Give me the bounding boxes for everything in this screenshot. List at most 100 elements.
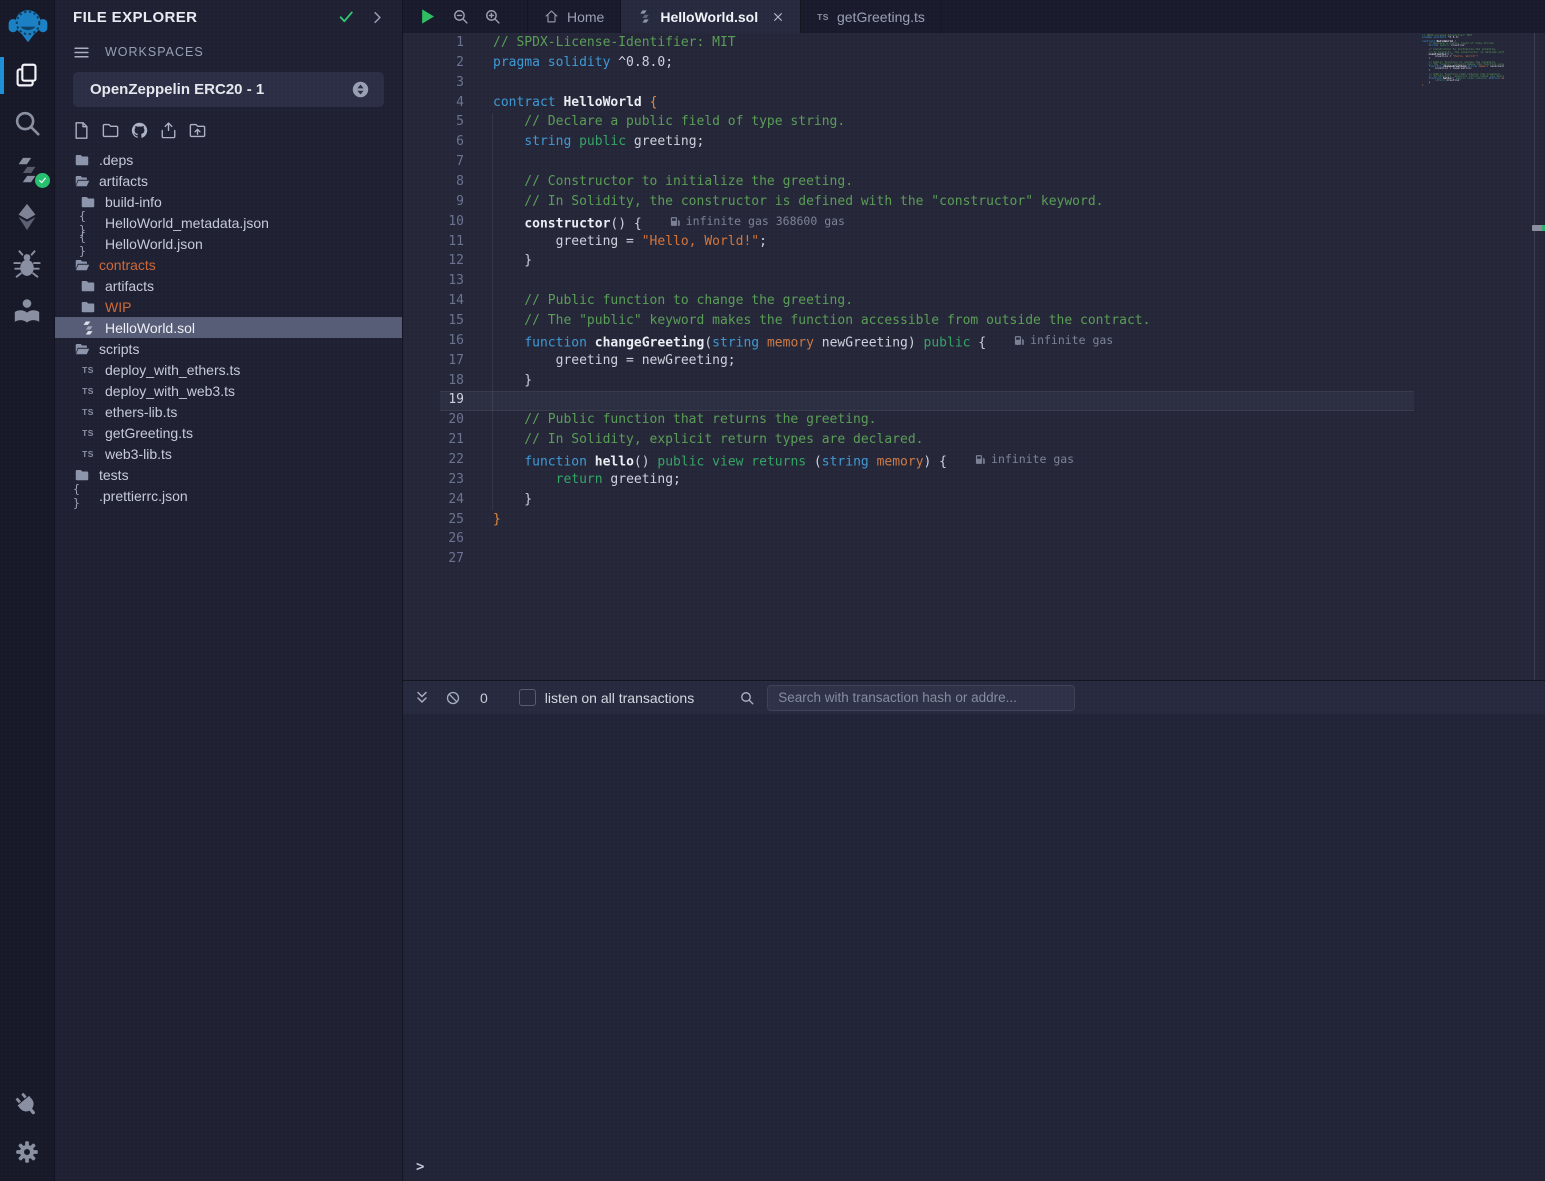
- code-line: [493, 73, 1545, 93]
- listen-transactions-label[interactable]: listen on all transactions: [545, 690, 694, 706]
- workspace-select[interactable]: OpenZeppelin ERC20 - 1: [73, 72, 384, 107]
- tree-item-label: web3-lib.ts: [105, 446, 172, 462]
- line-number: 2: [403, 53, 464, 73]
- file-explorer-header: FILE EXPLORER: [55, 0, 402, 34]
- debugger-icon[interactable]: [0, 240, 55, 287]
- tree-item-deploy-with-ethers-ts[interactable]: TS deploy_with_ethers.ts: [55, 359, 402, 380]
- line-number: 14: [403, 291, 464, 311]
- gas-estimate-annotation: infinite gas 368600 gas: [670, 212, 845, 232]
- json-icon: { }: [73, 482, 91, 510]
- tree-item-artifacts[interactable]: artifacts: [55, 275, 402, 296]
- ts-icon: TS: [79, 449, 97, 459]
- tree-item--prettierrc-json[interactable]: { }.prettierrc.json: [55, 485, 402, 506]
- workspaces-menu-icon[interactable]: [73, 44, 90, 61]
- zoom-out-icon[interactable]: [452, 8, 469, 25]
- panel-drag-handle[interactable]: [1532, 225, 1545, 231]
- settings-icon[interactable]: [0, 1128, 55, 1175]
- transaction-search-input[interactable]: [767, 685, 1075, 711]
- deploy-run-icon[interactable]: [0, 193, 55, 240]
- tab-helloworld-sol[interactable]: HelloWorld.sol: [621, 0, 801, 33]
- code-line: [493, 390, 1545, 410]
- tree-item-label: artifacts: [105, 278, 154, 294]
- tree-item-label: contracts: [99, 257, 156, 273]
- line-number: 10: [403, 212, 464, 232]
- transaction-count: 0: [480, 690, 488, 706]
- line-number: 4: [403, 93, 464, 113]
- clear-console-ban-icon[interactable]: [445, 690, 461, 706]
- line-number: 5: [403, 112, 464, 132]
- remix-logo-icon[interactable]: [0, 0, 55, 52]
- tree-item-helloworld-sol[interactable]: HelloWorld.sol: [55, 317, 402, 338]
- plugin-manager-icon[interactable]: [0, 1081, 55, 1128]
- line-number: 13: [403, 271, 464, 291]
- chevron-right-icon[interactable]: [371, 11, 384, 24]
- tree-item-getgreeting-ts[interactable]: TSgetGreeting.ts: [55, 422, 402, 443]
- code-line: }: [493, 371, 1545, 391]
- tab-getgreeting-ts[interactable]: TSgetGreeting.ts: [801, 0, 942, 33]
- line-number: 25: [403, 510, 464, 530]
- listen-transactions-checkbox[interactable]: [519, 689, 536, 706]
- tree-item-deploy-with-web3-ts[interactable]: TSdeploy_with_web3.ts: [55, 380, 402, 401]
- tree-item-ethers-lib-ts[interactable]: TSethers-lib.ts: [55, 401, 402, 422]
- double-chevron-down-icon[interactable]: [414, 690, 430, 706]
- line-number: 18: [403, 371, 464, 391]
- tree-item-contracts[interactable]: contracts: [55, 254, 402, 275]
- code-line: [493, 549, 1545, 569]
- minimap-line: [1422, 88, 1504, 90]
- file-explorer-icon[interactable]: [0, 52, 55, 99]
- new-folder-icon[interactable]: [101, 121, 120, 140]
- learneth-icon[interactable]: [0, 287, 55, 334]
- tree-item--deps[interactable]: .deps: [55, 149, 402, 170]
- tab-home[interactable]: Home: [527, 0, 621, 33]
- code-line: greeting = newGreeting;: [493, 351, 1545, 371]
- line-number: 9: [403, 192, 464, 212]
- workspace-sort-icon[interactable]: [351, 80, 370, 99]
- line-number: 3: [403, 73, 464, 93]
- play-icon[interactable]: [418, 7, 437, 26]
- line-number: 6: [403, 132, 464, 152]
- line-number: 23: [403, 470, 464, 490]
- folder-open-icon: [73, 341, 91, 357]
- file-explorer-panel: FILE EXPLORER WORKSPACES OpenZeppelin ER…: [55, 0, 403, 1181]
- github-clone-icon[interactable]: [130, 121, 149, 140]
- terminal-output[interactable]: >: [403, 714, 1545, 1181]
- line-number: 12: [403, 251, 464, 271]
- zoom-in-icon[interactable]: [484, 8, 501, 25]
- tree-item-helloworld-metadata-json[interactable]: { }HelloWorld_metadata.json: [55, 212, 402, 233]
- ts-icon: TS: [79, 365, 97, 375]
- folder-closed-icon: [79, 278, 97, 294]
- tree-item-helloworld-json[interactable]: { }HelloWorld.json: [55, 233, 402, 254]
- line-number-gutter[interactable]: 1234567891011121314151617181920212223242…: [403, 33, 464, 569]
- code-line: pragma solidity ^0.8.0;: [493, 53, 1545, 73]
- solidity-compiler-icon[interactable]: [0, 146, 55, 193]
- tree-item-label: .deps: [99, 152, 133, 168]
- code-line: // The "public" keyword makes the functi…: [493, 311, 1545, 331]
- editor-toolbar-icons: [403, 0, 515, 33]
- code-editor[interactable]: 1234567891011121314151617181920212223242…: [403, 33, 1545, 680]
- tree-item-wip[interactable]: WIP: [55, 296, 402, 317]
- line-number: 21: [403, 430, 464, 450]
- upload-file-icon[interactable]: [159, 121, 178, 140]
- tree-item-build-info[interactable]: build-info: [55, 191, 402, 212]
- tree-item-web3-lib-ts[interactable]: TS web3-lib.ts: [55, 443, 402, 464]
- code-line: function changeGreeting(string memory ne…: [493, 331, 1545, 351]
- folder-closed-icon: [79, 299, 97, 315]
- tree-item-tests[interactable]: tests: [55, 464, 402, 485]
- code-line: greeting = "Hello, World!";: [493, 232, 1545, 252]
- upload-folder-icon[interactable]: [188, 121, 207, 140]
- tree-item-artifacts[interactable]: artifacts: [55, 170, 402, 191]
- check-icon[interactable]: [338, 9, 355, 26]
- line-number: 22: [403, 450, 464, 470]
- search-icon[interactable]: [0, 99, 55, 146]
- tree-item-scripts[interactable]: scripts: [55, 338, 402, 359]
- code-line: contract HelloWorld {: [493, 93, 1545, 113]
- new-file-icon[interactable]: [72, 121, 91, 140]
- code-line: // Declare a public field of type string…: [493, 112, 1545, 132]
- close-tab-icon[interactable]: [772, 11, 784, 23]
- code-line: // SPDX-License-Identifier: MIT: [493, 33, 1545, 53]
- ts-icon: TS: [817, 12, 829, 22]
- line-number: 16: [403, 331, 464, 351]
- tree-item-label: deploy_with_ethers.ts: [105, 362, 240, 378]
- gas-estimate-annotation: infinite gas: [975, 450, 1074, 470]
- minimap[interactable]: // SPDX-License-Identifier: MITpragma so…: [1422, 34, 1504, 90]
